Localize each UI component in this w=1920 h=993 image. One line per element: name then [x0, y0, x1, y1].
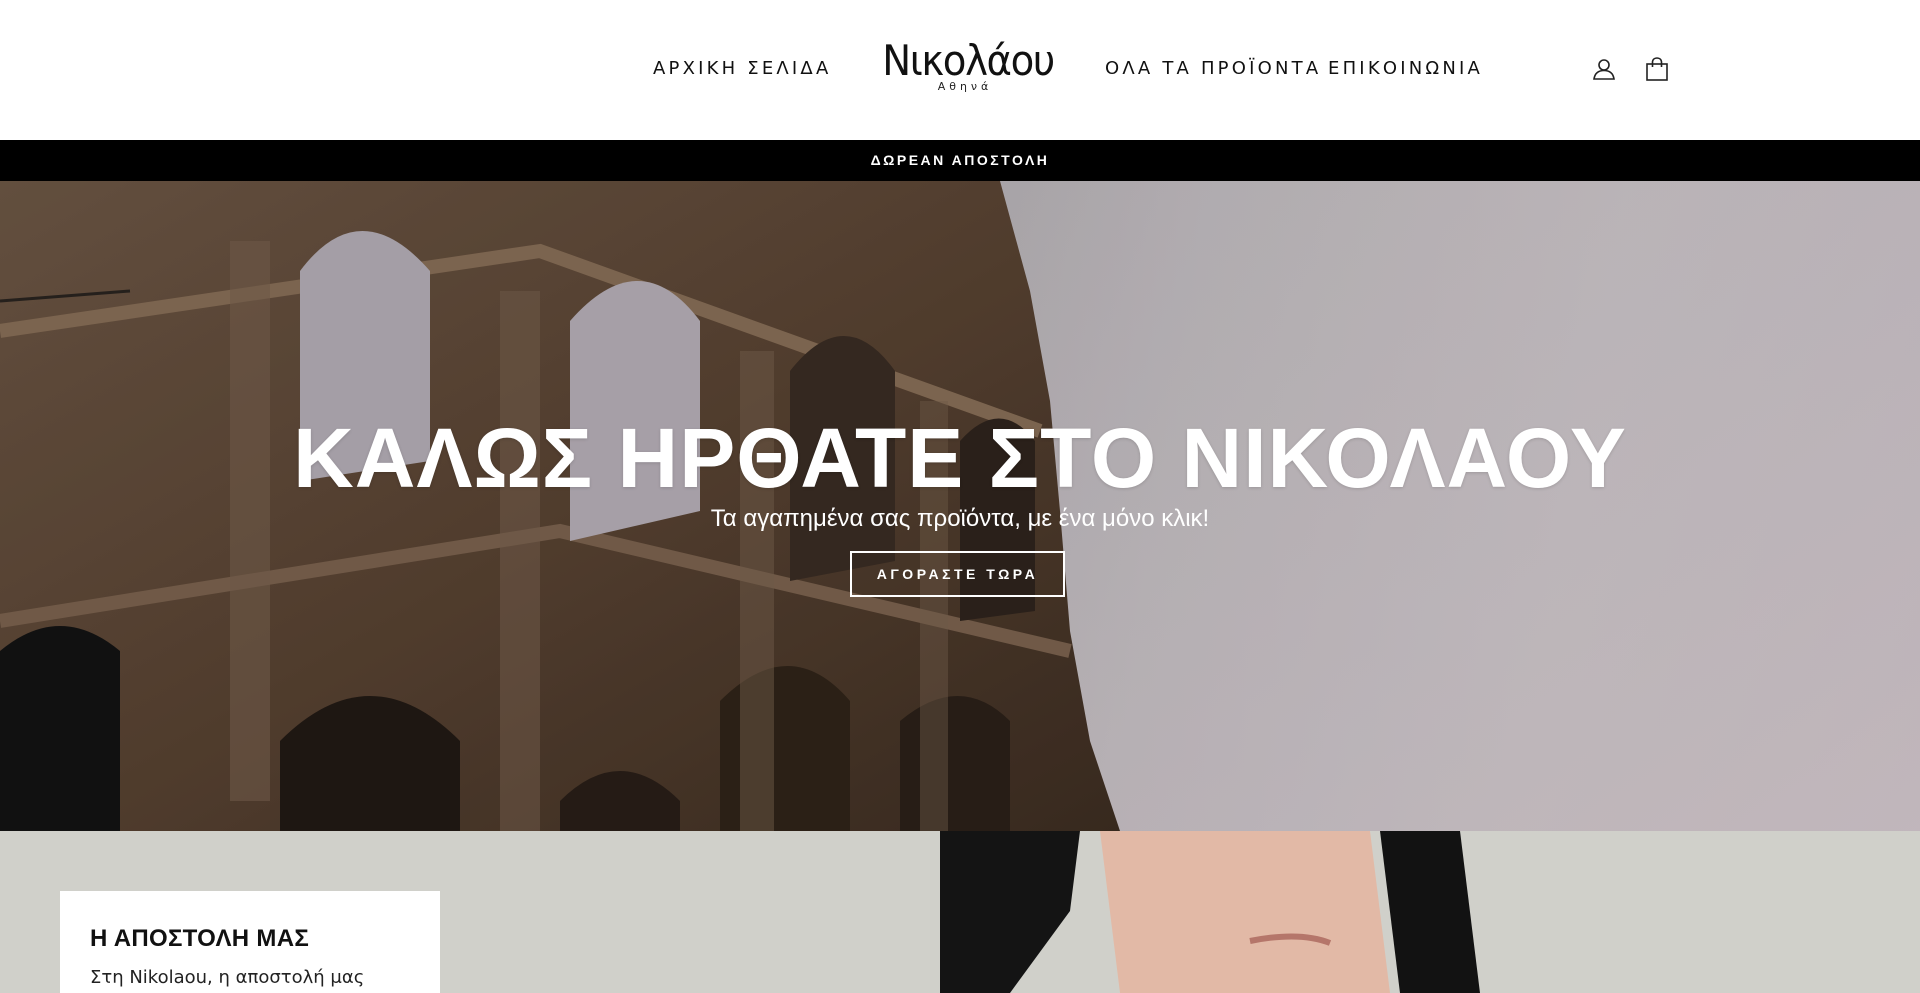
- announcement-bar: ΔΩΡΕΑΝ ΑΠΟΣΤΟΛΗ: [0, 140, 1920, 181]
- hero-subtitle: Τα αγαπημένα σας προϊόντα, με ένα μόνο κ…: [710, 505, 1210, 532]
- mission-text: Στη Nikolaou, η αποστολή μας: [90, 967, 365, 988]
- shop-now-button[interactable]: ΑΓΟΡΑΣΤΕ ΤΩΡΑ: [850, 551, 1065, 597]
- mission-section: Η ΑΠΟΣΤΟΛΗ ΜΑΣ Στη Nikolaou, η αποστολή …: [0, 831, 1920, 993]
- brand-logo[interactable]: Νικολάου Αθηνά: [875, 38, 1055, 100]
- nav-home-link[interactable]: ΑΡΧΙΚΗ ΣΕΛΙΔΑ: [653, 58, 831, 79]
- hero-banner: ΚΑΛΩΣ ΗΡΘΑΤΕ ΣΤΟ ΝΙΚΟΛΑΟΥ Τα αγαπημένα σ…: [0, 181, 1920, 831]
- site-header: ΑΡΧΙΚΗ ΣΕΛΙΔΑ Νικολάου Αθηνά ΟΛΑ ΤΑ ΠΡΟΪ…: [0, 0, 1920, 140]
- logo-wordmark: Νικολάου: [882, 36, 1055, 85]
- nav-all-products-link[interactable]: ΟΛΑ ΤΑ ΠΡΟΪΟΝΤΑ: [1105, 58, 1321, 79]
- mission-card: Η ΑΠΟΣΤΟΛΗ ΜΑΣ Στη Nikolaou, η αποστολή …: [60, 891, 440, 993]
- shopping-bag-icon[interactable]: [1644, 56, 1670, 82]
- nav-contact-link[interactable]: ΕΠΙΚΟΙΝΩΝΙΑ: [1328, 58, 1483, 79]
- announcement-text: ΔΩΡΕΑΝ ΑΠΟΣΤΟΛΗ: [870, 152, 1050, 168]
- hero-title: ΚΑΛΩΣ ΗΡΘΑΤΕ ΣΤΟ ΝΙΚΟΛΑΟΥ: [293, 411, 1627, 505]
- mission-title: Η ΑΠΟΣΤΟΛΗ ΜΑΣ: [90, 925, 310, 952]
- user-icon[interactable]: [1591, 56, 1617, 82]
